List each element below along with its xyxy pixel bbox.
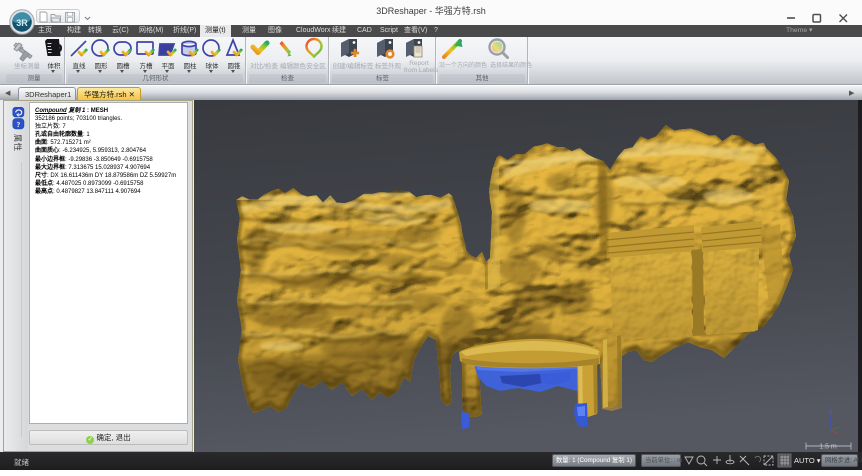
svg-text:3R: 3R — [16, 18, 28, 28]
svg-text:z: z — [829, 410, 832, 416]
svg-text:1.5 m: 1.5 m — [819, 444, 837, 451]
svg-text:AUTO ▾: AUTO ▾ — [794, 456, 821, 465]
svg-text:?: ? — [17, 120, 21, 129]
